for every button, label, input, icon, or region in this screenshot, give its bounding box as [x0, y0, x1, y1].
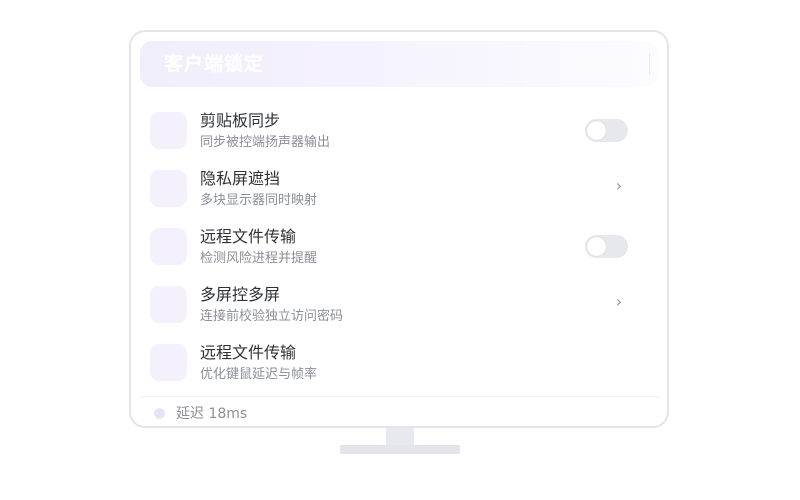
toggle-knob	[587, 237, 606, 256]
latency-status: 延迟 18ms	[176, 406, 248, 422]
app-icon	[150, 170, 187, 207]
chevron-right-icon[interactable]: ›	[612, 292, 626, 312]
settings-item-remote-file-transfer[interactable]: 远程文件传输 检测风险进程并提醒	[131, 220, 667, 278]
settings-item-title: 多屏控多屏	[200, 285, 281, 304]
title-bar: 客户端锁定	[140, 41, 658, 87]
remote-file-transfer-toggle[interactable]	[585, 235, 628, 258]
app-icon	[150, 344, 187, 381]
app-icon	[150, 228, 187, 265]
monitor-screen: 客户端锁定 剪贴板同步 同步被控端扬声器输出 隐私屏遮挡 多块显示器同时映射 ›	[129, 30, 669, 428]
footer-divider	[140, 396, 660, 397]
toggle-knob	[587, 121, 606, 140]
settings-item-subtitle: 同步被控端扬声器输出	[200, 135, 331, 150]
settings-item-subtitle: 优化键鼠延迟与帧率	[200, 367, 318, 382]
settings-item-subtitle: 检测风险进程并提醒	[200, 251, 318, 266]
title-divider	[649, 53, 650, 75]
settings-item-title: 隐私屏遮挡	[200, 169, 281, 188]
chevron-right-icon[interactable]: ›	[612, 176, 626, 196]
monitor-stand-base	[340, 445, 460, 454]
app-icon	[150, 286, 187, 323]
status-dot-icon	[154, 408, 165, 419]
settings-item-privacy-screen[interactable]: 隐私屏遮挡 多块显示器同时映射 ›	[131, 162, 667, 220]
settings-item-subtitle: 连接前校验独立访问密码	[200, 309, 344, 324]
screen-canvas: 客户端锁定 剪贴板同步 同步被控端扬声器输出 隐私屏遮挡 多块显示器同时映射 ›	[0, 0, 800, 500]
clipboard-sync-toggle[interactable]	[585, 119, 628, 142]
settings-item-subtitle: 多块显示器同时映射	[200, 193, 318, 208]
settings-item-title: 远程文件传输	[200, 227, 297, 246]
window-title: 客户端锁定	[164, 53, 265, 75]
app-icon	[150, 112, 187, 149]
monitor-stand-neck	[386, 428, 414, 445]
settings-item-title: 远程文件传输	[200, 343, 297, 362]
settings-item-clipboard-sync[interactable]: 剪贴板同步 同步被控端扬声器输出	[131, 104, 667, 162]
settings-item-remote-file-transfer-2[interactable]: 远程文件传输 优化键鼠延迟与帧率	[131, 336, 667, 394]
settings-item-multi-screen[interactable]: 多屏控多屏 连接前校验独立访问密码 ›	[131, 278, 667, 336]
settings-item-title: 剪贴板同步	[200, 111, 281, 130]
